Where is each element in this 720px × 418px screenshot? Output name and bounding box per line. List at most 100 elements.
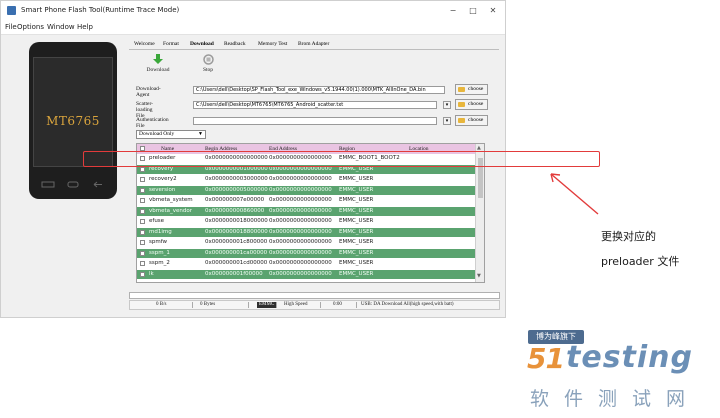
download-mode-select[interactable]: Download Only ▼ bbox=[136, 130, 206, 139]
status-mode: High Speed bbox=[284, 302, 308, 307]
cell-name: spmfw bbox=[149, 239, 168, 245]
tab-readback[interactable]: Readback bbox=[224, 41, 246, 47]
tab-divider bbox=[129, 49, 499, 50]
menu-bar: File Options Window Help bbox=[1, 21, 505, 35]
cell-begin-address: 0x0000000018000000 bbox=[205, 218, 268, 224]
minimize-button[interactable]: − bbox=[446, 4, 460, 18]
cell-name: lk bbox=[149, 270, 154, 277]
table-row[interactable]: sspm_1 0x000000001ca00000 0x00000000000000… bbox=[137, 248, 475, 258]
maximize-button[interactable]: □ bbox=[466, 4, 480, 18]
download-agent-field[interactable]: C:\Users\dell\Desktop\SP_Flash_Tool_exe_… bbox=[193, 86, 445, 94]
table-row[interactable]: spmfw 0x000000001c800000 0x000000000000000… bbox=[137, 238, 475, 247]
table-row[interactable]: md1img 0x0000000018800000 0x00000000000000… bbox=[137, 227, 475, 237]
download-button[interactable]: Download bbox=[141, 54, 175, 73]
home-key-icon bbox=[67, 181, 79, 188]
choose-scatter-button[interactable]: choose bbox=[455, 99, 488, 110]
auth-file-field[interactable] bbox=[193, 117, 437, 125]
status-divider bbox=[276, 302, 277, 308]
row-checkbox[interactable] bbox=[140, 198, 145, 203]
status-divider bbox=[356, 302, 357, 308]
menu-help[interactable]: Help bbox=[77, 23, 93, 31]
cell-begin-address: 0x000000001c800000 bbox=[205, 239, 268, 245]
watermark-cn-text: 软件测试网 bbox=[530, 388, 701, 410]
cell-end-address: 0x0000000000000000 bbox=[269, 228, 332, 235]
cell-begin-address: 0x0000000005000000 bbox=[205, 186, 268, 193]
table-row[interactable]: efuse 0x0000000018000000 0x000000000000000… bbox=[137, 217, 475, 226]
annotation-arrow-icon bbox=[550, 173, 599, 215]
cell-end-address: 0x0000000000000000 bbox=[269, 176, 332, 182]
status-divider bbox=[192, 302, 193, 308]
table-row[interactable]: recovery2 0x0000000003000000 0x00000000000… bbox=[137, 175, 475, 184]
progress-bar bbox=[129, 292, 500, 299]
back-key-icon bbox=[93, 181, 102, 188]
preloader-highlight-box bbox=[83, 151, 600, 167]
cell-end-address: 0x0000000000000000 bbox=[269, 260, 332, 266]
close-button[interactable]: ✕ bbox=[486, 4, 500, 18]
row-checkbox[interactable] bbox=[140, 166, 145, 172]
cell-region: EMMC_USER bbox=[339, 228, 374, 235]
scatter-dropdown-arrow[interactable]: ▾ bbox=[443, 101, 451, 109]
cell-begin-address: 0x000000001cd00000 bbox=[205, 260, 268, 266]
cell-region: EMMC_USER bbox=[339, 186, 374, 193]
auth-label: Authentication File bbox=[136, 117, 169, 129]
status-bytes: 0 Bytes bbox=[200, 302, 216, 307]
table-row[interactable]: sspm_2 0x000000001cd00000 0x00000000000000… bbox=[137, 259, 475, 268]
cell-name: vbmeta_system bbox=[149, 197, 193, 203]
stop-button[interactable]: Stop bbox=[193, 54, 223, 73]
title-bar: Smart Phone Flash Tool(Runtime Trace Mod… bbox=[1, 1, 505, 21]
app-icon bbox=[7, 6, 16, 15]
table-row[interactable]: vbmeta_system 0x000000007e00000 0x00000000… bbox=[137, 196, 475, 205]
table-row[interactable]: vbmeta_vendor 0x000000000860000 0x00000000… bbox=[137, 206, 475, 216]
annotation-line-1: 更换对应的 bbox=[601, 230, 656, 243]
cell-end-address: 0x0000000000000000 bbox=[269, 186, 332, 193]
row-checkbox[interactable] bbox=[140, 177, 145, 182]
cell-region: EMMC_USER bbox=[339, 218, 374, 224]
tab-welcome[interactable]: Welcome bbox=[134, 41, 155, 47]
cell-begin-address: 0x0000000018800000 bbox=[205, 228, 268, 235]
chevron-down-icon: ▼ bbox=[198, 132, 203, 137]
menu-key-icon bbox=[41, 181, 55, 188]
stop-icon bbox=[202, 54, 214, 65]
cell-region: EMMC_USER bbox=[339, 176, 374, 182]
choose-auth-label: choose bbox=[468, 117, 484, 123]
table-row[interactable]: lk 0x000000001f00000 0x0000000000000000 EMM… bbox=[137, 269, 475, 279]
table-row[interactable]: seversion 0x0000000005000000 0x00000000000… bbox=[137, 185, 475, 195]
tab-memory-test[interactable]: Memory Test bbox=[258, 41, 287, 47]
menu-file[interactable]: File bbox=[5, 23, 17, 31]
cell-end-address: 0x0000000000000000 bbox=[269, 218, 332, 224]
annotation-line-2: preloader 文件 bbox=[601, 255, 680, 268]
cell-name: md1img bbox=[149, 228, 172, 235]
row-checkbox[interactable] bbox=[140, 219, 145, 224]
choose-scatter-label: choose bbox=[468, 101, 484, 107]
folder-icon bbox=[458, 87, 465, 92]
choose-auth-button[interactable]: choose bbox=[455, 115, 488, 126]
cell-begin-address: 0x0000000003000000 bbox=[205, 176, 268, 182]
cell-end-address: 0x0000000000000000 bbox=[269, 207, 332, 214]
row-checkbox[interactable] bbox=[140, 250, 145, 256]
row-checkbox[interactable] bbox=[140, 240, 145, 245]
choose-agent-button[interactable]: choose bbox=[455, 84, 488, 95]
cell-region: EMMC_USER bbox=[339, 249, 374, 256]
scatter-file-field[interactable]: C:\Users\dell\Desktop\MT6765\MT6765_Andr… bbox=[193, 101, 437, 109]
row-checkbox[interactable] bbox=[140, 187, 145, 193]
tab-format[interactable]: Format bbox=[163, 41, 179, 47]
tab-brom-adapter[interactable]: Brom Adapter bbox=[298, 41, 329, 47]
tab-download[interactable]: Download bbox=[190, 41, 214, 47]
watermark-brand-number: 51 bbox=[527, 342, 565, 375]
row-checkbox[interactable] bbox=[140, 229, 145, 235]
download-button-label: Download bbox=[146, 67, 170, 73]
cell-name: seversion bbox=[149, 186, 176, 193]
scroll-down-icon[interactable]: ▼ bbox=[477, 273, 481, 279]
row-checkbox[interactable] bbox=[140, 208, 145, 214]
status-time: 0:00 bbox=[333, 302, 342, 307]
cell-begin-address: 0x000000001f00000 bbox=[205, 270, 263, 277]
row-checkbox[interactable] bbox=[140, 271, 145, 277]
row-checkbox[interactable] bbox=[140, 261, 145, 266]
menu-window[interactable]: Window bbox=[47, 23, 75, 31]
download-mode-value: Download Only bbox=[139, 131, 175, 137]
auth-dropdown-arrow[interactable]: ▾ bbox=[443, 117, 451, 125]
menu-options[interactable]: Options bbox=[17, 23, 44, 31]
cell-end-address: 0x0000000000000000 bbox=[269, 197, 332, 203]
status-bar: 0 B/s 0 Bytes EMMC High Speed 0:00 USB: … bbox=[129, 300, 500, 310]
status-port: EMMC bbox=[257, 302, 277, 308]
